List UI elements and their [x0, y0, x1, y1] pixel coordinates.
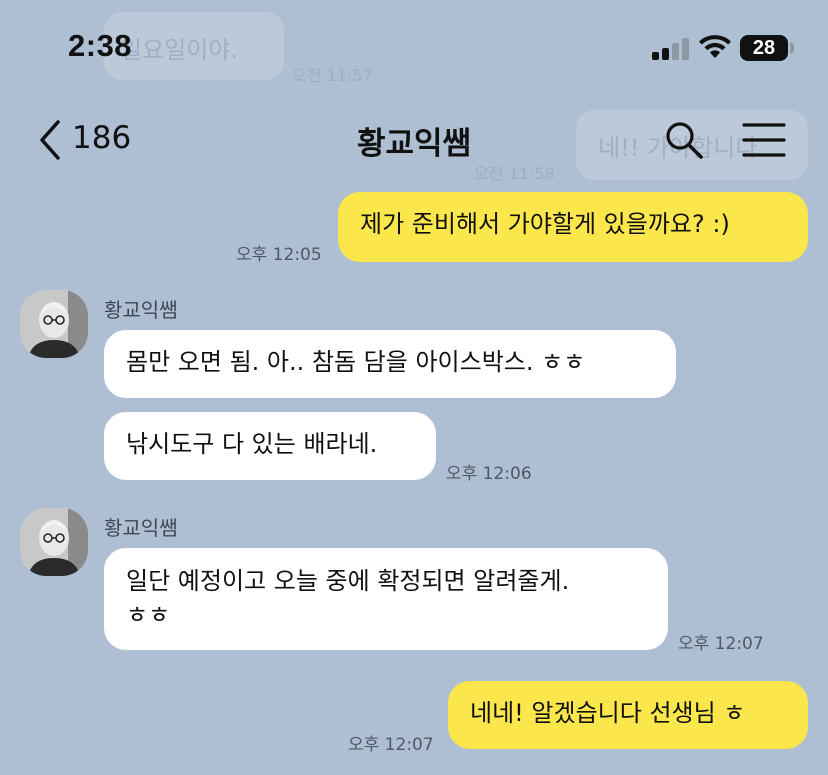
profile-photo-icon [20, 290, 88, 358]
battery-icon: 28 [740, 35, 788, 61]
message-text: 제가 준비해서 가야할게 있을까요? :) [360, 210, 730, 238]
my-message-bubble[interactable]: 제가 준비해서 가야할게 있을까요? :) [338, 192, 808, 262]
message-text-line: ㅎㅎ [126, 601, 171, 629]
other-message-bubble[interactable]: 몸만 오면 됨. 아.. 참돔 담을 아이스박스. ㅎㅎ [104, 330, 676, 398]
wifi-icon [699, 35, 731, 58]
cellular-signal-icon [652, 38, 690, 60]
status-time: 2:38 [68, 28, 133, 63]
message-text: 낚시도구 다 있는 배라네. [126, 430, 378, 458]
message-text-line: 일단 예정이고 오늘 중에 확정되면 알려줄게. [126, 567, 570, 595]
profile-photo-icon [20, 508, 88, 576]
avatar[interactable] [20, 508, 88, 576]
message-time: 오후 12:05 [236, 245, 322, 265]
battery-cap [790, 43, 794, 53]
sender-name: 황교익쌤 [104, 298, 178, 322]
my-message-bubble[interactable]: 네네! 알겠습니다 선생님 ㅎ [448, 681, 808, 749]
message-time: 오후 12:07 [678, 634, 764, 654]
avatar[interactable] [20, 290, 88, 358]
background-time-1: 오전 11:57 [292, 66, 373, 85]
message-text: 네네! 알겠습니다 선생님 ㅎ [470, 699, 746, 727]
search-icon[interactable] [664, 120, 704, 160]
other-message-bubble[interactable]: 일단 예정이고 오늘 중에 확정되면 알려줄게. ㅎㅎ [104, 548, 668, 650]
sender-name: 황교익쌤 [104, 516, 178, 540]
background-message-1: 일요일이야. [120, 36, 239, 64]
message-text: 몸만 오면 됨. 아.. 참돔 담을 아이스박스. ㅎㅎ [126, 348, 586, 376]
hamburger-menu-icon[interactable] [742, 122, 786, 158]
background-time-2: 오전 11:58 [474, 164, 555, 183]
message-time: 오후 12:07 [348, 735, 434, 755]
message-time: 오후 12:06 [446, 464, 532, 484]
other-message-bubble[interactable]: 낚시도구 다 있는 배라네. [104, 412, 436, 480]
